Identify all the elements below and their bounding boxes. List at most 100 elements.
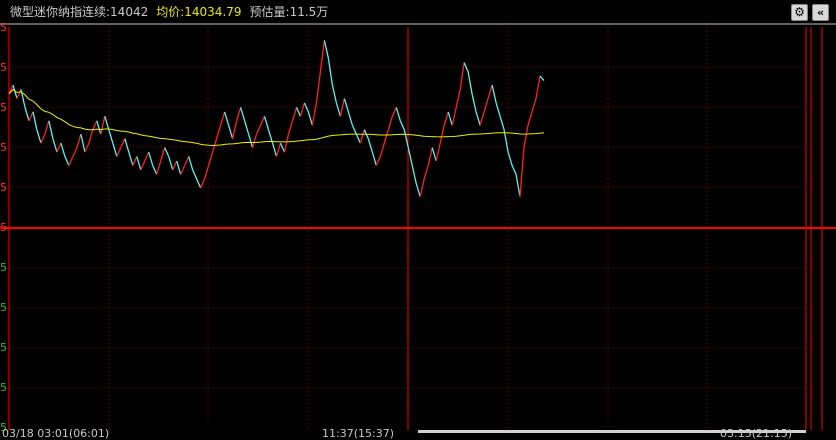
price-segment <box>383 129 389 144</box>
price-segment <box>323 40 330 59</box>
price-segment <box>88 129 94 144</box>
price-segment <box>447 111 453 126</box>
price-segment <box>44 120 50 135</box>
price-segment <box>188 156 194 171</box>
price-segment <box>439 125 445 144</box>
price-segment <box>399 120 405 130</box>
intraday-chart-panel: 微型迷你纳指连续:14042 均价:14034.79 预估量:11.5万 ⚙ « 5… <box>0 0 836 440</box>
price-segment <box>283 134 290 153</box>
price-segment <box>483 98 489 113</box>
price-segment <box>156 160 162 175</box>
price-segment <box>467 71 473 95</box>
price-segment <box>172 160 178 171</box>
price-segment <box>192 169 198 180</box>
x-axis-label: 11:37(15:37) <box>322 427 394 440</box>
price-segment <box>164 147 170 157</box>
price-segment <box>247 134 254 148</box>
price-segment <box>379 142 385 157</box>
price-segment <box>535 75 541 99</box>
price-segment <box>24 107 30 121</box>
price-segment <box>144 151 150 162</box>
price-segment <box>227 125 234 139</box>
y-axis-label-up: 5 <box>0 221 7 234</box>
price-segment <box>176 160 182 175</box>
price-segment <box>539 75 545 82</box>
price-segment <box>355 133 361 144</box>
price-segment <box>128 151 134 166</box>
price-segment <box>519 147 525 197</box>
y-axis-label-up: 5 <box>0 21 7 34</box>
price-segment <box>104 116 110 130</box>
price-segment <box>80 134 86 153</box>
price-segment <box>40 133 46 144</box>
price-segment <box>215 125 222 139</box>
price-segment <box>455 89 461 108</box>
estimated-volume: 预估量:11.5万 <box>249 5 329 19</box>
price-segment <box>108 129 114 144</box>
y-axis-label-up: 5 <box>0 181 7 194</box>
price-segment <box>259 116 266 126</box>
average-price-value: 14034.79 <box>184 5 242 19</box>
price-segment <box>160 147 166 162</box>
price-segment <box>415 183 421 197</box>
price-segment <box>235 107 242 121</box>
price-segment <box>395 107 401 121</box>
y-axis-label-up: 5 <box>0 141 7 154</box>
price-segment <box>56 142 62 153</box>
price-segment <box>96 120 102 135</box>
price-segment <box>219 111 226 126</box>
price-segment <box>347 111 354 126</box>
price-segment <box>180 165 186 175</box>
price-segment <box>16 89 22 99</box>
instrument-title: 微型迷你纳指连续:14042 <box>10 5 149 19</box>
price-segment <box>479 111 485 126</box>
price-segment <box>196 178 202 189</box>
price-segment <box>351 125 357 135</box>
price-segment <box>423 165 429 180</box>
price-segment <box>28 111 34 122</box>
price-segment <box>375 156 381 166</box>
price-segment <box>367 138 373 153</box>
price-segment <box>499 116 505 130</box>
gear-icon[interactable]: ⚙ <box>791 4 808 21</box>
chevrons-left-icon[interactable]: « <box>812 4 829 21</box>
price-segment <box>311 102 318 126</box>
y-axis-label-down: 5 <box>0 381 7 394</box>
price-segment <box>307 111 314 126</box>
x-axis-label: 03:15(21:15) <box>720 427 792 440</box>
price-segment <box>507 151 513 166</box>
price-segment <box>407 147 413 166</box>
price-segment <box>471 93 477 113</box>
chart-header: 微型迷你纳指连续:14042 均价:14034.79 预估量:11.5万 <box>10 3 328 21</box>
price-segment <box>443 111 449 126</box>
price-segment <box>84 142 90 153</box>
price-segment <box>291 107 298 121</box>
price-segment <box>331 84 338 104</box>
price-segment <box>287 120 294 135</box>
price-segment <box>387 116 393 130</box>
price-segment <box>343 98 350 113</box>
price-segment <box>32 111 38 130</box>
price-segment <box>527 111 533 126</box>
price-segment <box>523 125 529 148</box>
price-segment <box>168 156 174 171</box>
price-segment <box>140 160 146 171</box>
price-segment <box>459 62 465 90</box>
price-segment <box>327 58 334 86</box>
price-segment <box>275 142 282 157</box>
chart-canvas[interactable] <box>0 0 836 439</box>
price-segment <box>239 107 246 121</box>
price-segment <box>315 71 322 103</box>
price-segment <box>451 107 457 126</box>
price-segment <box>243 120 250 135</box>
price-segment <box>48 120 54 139</box>
price-segment <box>68 156 74 166</box>
price-segment <box>60 142 66 157</box>
price-segment <box>200 178 206 189</box>
price-segment <box>52 138 58 153</box>
price-segment <box>391 107 397 117</box>
price-segment <box>223 111 230 126</box>
price-segment <box>463 62 469 72</box>
price-segment <box>319 40 326 72</box>
price-segment <box>511 165 517 175</box>
